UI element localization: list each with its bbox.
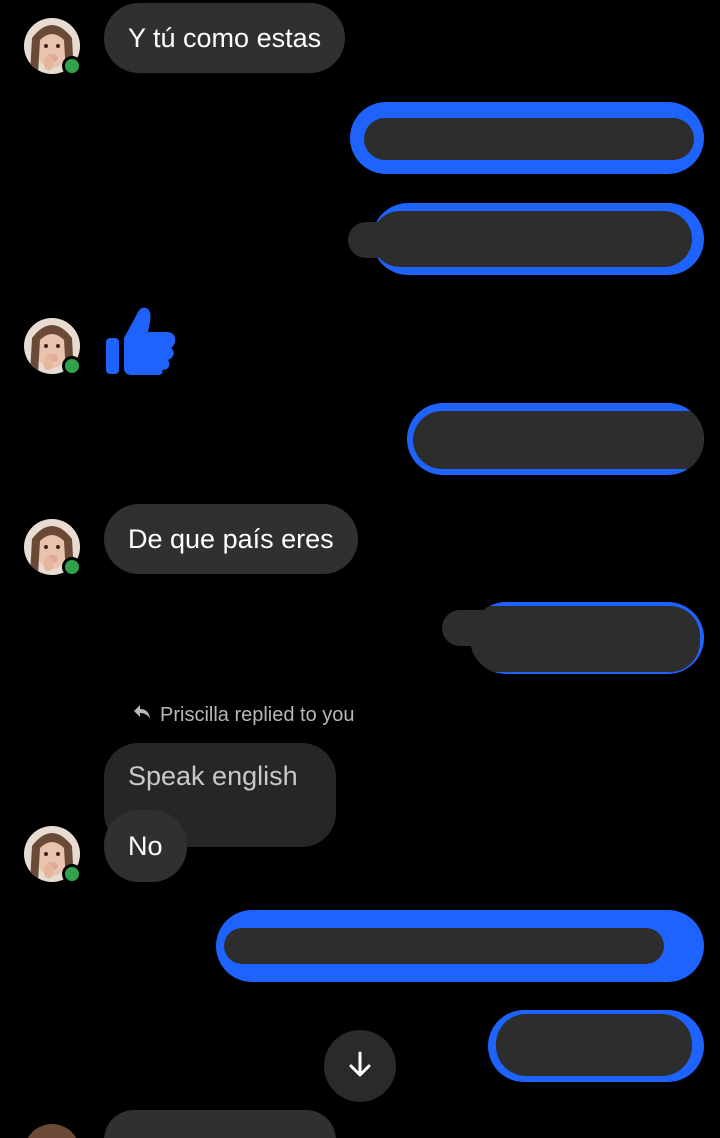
scroll-to-bottom-button[interactable] <box>324 1030 396 1102</box>
contact-avatar[interactable] <box>24 18 82 76</box>
online-status-icon <box>62 557 82 577</box>
contact-avatar[interactable] <box>24 318 82 376</box>
incoming-message[interactable]: No <box>104 810 187 882</box>
online-status-icon <box>62 356 82 376</box>
arrow-down-icon <box>346 1050 374 1083</box>
incoming-message[interactable] <box>104 1110 336 1138</box>
redaction-mark <box>413 411 704 469</box>
outgoing-message[interactable] <box>216 910 704 982</box>
online-status-icon <box>62 56 82 76</box>
reply-arrow-icon <box>132 703 152 727</box>
message-text: De que país eres <box>128 524 334 554</box>
thumbs-up-icon[interactable] <box>104 302 178 376</box>
outgoing-message[interactable] <box>488 1010 704 1082</box>
contact-avatar[interactable] <box>24 1124 80 1138</box>
redaction-mark <box>348 222 408 258</box>
message-text: No <box>128 831 163 861</box>
outgoing-message[interactable] <box>407 403 704 475</box>
redaction-mark <box>364 118 694 160</box>
contact-avatar[interactable] <box>24 519 82 577</box>
redaction-mark <box>442 610 512 646</box>
outgoing-message[interactable] <box>372 203 704 275</box>
outgoing-message[interactable] <box>350 102 704 174</box>
reply-indicator-text: Priscilla replied to you <box>160 703 355 726</box>
redaction-mark <box>372 211 692 267</box>
quoted-message-text: Speak english <box>128 761 298 791</box>
contact-avatar[interactable] <box>24 826 82 884</box>
reply-indicator: Priscilla replied to you <box>132 703 355 727</box>
chat-thread: Y tú como estas De que país eres Priscil… <box>0 0 720 1138</box>
online-status-icon <box>62 864 82 884</box>
redaction-mark <box>224 928 664 964</box>
redaction-mark <box>496 1014 692 1076</box>
message-text: Y tú como estas <box>128 23 322 53</box>
incoming-message[interactable]: De que país eres <box>104 504 358 574</box>
incoming-message[interactable]: Y tú como estas <box>104 3 346 73</box>
